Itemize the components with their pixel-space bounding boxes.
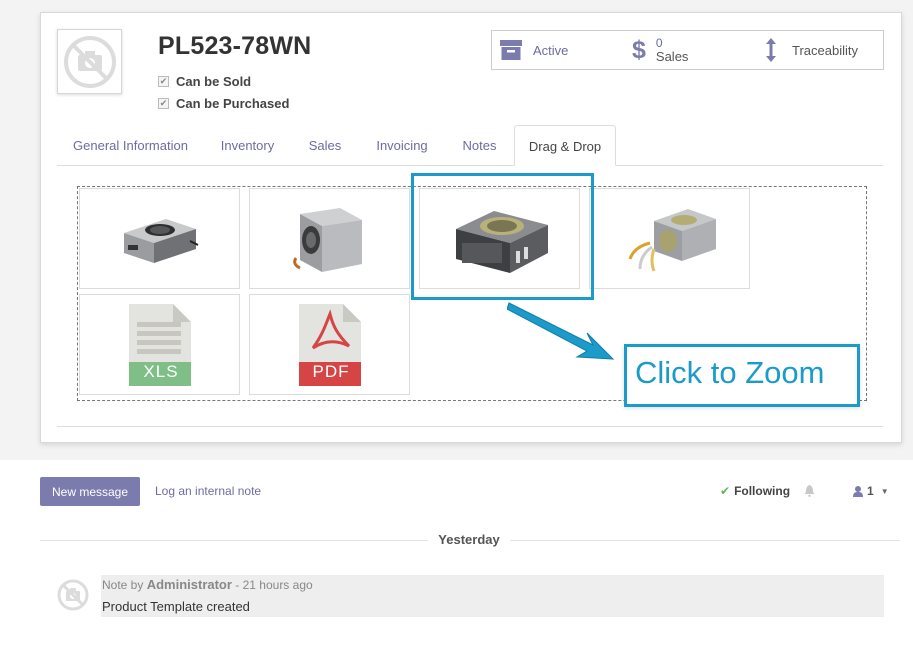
tab-invoicing[interactable]: Invoicing (359, 125, 445, 166)
date-divider-left (40, 540, 428, 541)
message-header: Note by Administrator - 21 hours ago (102, 577, 313, 592)
log-internal-note-link[interactable]: Log an internal note (155, 484, 261, 498)
attachment-thumbnail[interactable]: PDF (249, 294, 410, 395)
message-item: Note by Administrator - 21 hours ago Pro… (101, 575, 884, 617)
product-name[interactable]: PL523-78WN (158, 32, 311, 61)
active-label: Active (533, 42, 569, 58)
following-label: Following (734, 484, 791, 498)
tab-drag-and-drop[interactable]: Drag & Drop (514, 125, 616, 166)
message-time: - 21 hours ago (235, 578, 313, 592)
user-icon (853, 485, 863, 497)
sheet-divider (57, 426, 883, 427)
traceability-label: Traceability (792, 42, 858, 58)
can-be-purchased-row[interactable]: ✔ Can be Purchased (158, 96, 289, 111)
tab-general-information[interactable]: General Information (57, 125, 204, 166)
following-toggle[interactable]: ✔ Following (720, 484, 815, 498)
click-to-zoom-callout: Click to Zoom (624, 344, 860, 407)
tab-notes[interactable]: Notes (445, 125, 514, 166)
attachment-thumbnail[interactable] (249, 188, 410, 289)
can-be-sold-row[interactable]: ✔ Can be Sold (158, 74, 251, 89)
can-be-purchased-checkbox[interactable]: ✔ (158, 98, 169, 109)
attachment-thumbnail[interactable]: XLS (79, 294, 240, 395)
message-prefix: Note by (102, 578, 144, 592)
pdf-file-label: PDF (312, 362, 350, 381)
can-be-sold-checkbox[interactable]: ✔ (158, 76, 169, 87)
callout-arrow-icon (507, 302, 615, 360)
date-divider-right (510, 540, 900, 541)
archive-icon (500, 40, 522, 60)
tab-inventory[interactable]: Inventory (204, 125, 291, 166)
power-supply-image (628, 208, 716, 272)
message-author[interactable]: Administrator (147, 577, 232, 592)
power-supply-image (123, 218, 198, 263)
product-image-placeholder[interactable] (57, 29, 122, 94)
dollar-icon: $ (632, 35, 646, 64)
zoom-highlight-frame (411, 173, 594, 300)
sales-count: 0 (655, 36, 663, 50)
power-supply-image (292, 207, 362, 272)
attachment-thumbnail[interactable] (79, 188, 240, 289)
form-view-background: PL523-78WN ✔ Can be Sold ✔ Can be Purcha… (0, 0, 913, 460)
followers-dropdown[interactable]: 1 ▼ (853, 484, 889, 498)
sales-stat-button[interactable]: $ 0 Sales (622, 30, 754, 70)
active-toggle-button[interactable]: Active (491, 30, 623, 70)
chatter-panel: New message Log an internal note ✔ Follo… (0, 460, 913, 648)
camera-placeholder-icon (63, 35, 116, 88)
traceability-button[interactable]: Traceability (753, 30, 884, 70)
followers-count: 1 (867, 484, 874, 498)
author-avatar[interactable] (56, 578, 90, 612)
notebook-tabs: General Information Inventory Sales Invo… (57, 125, 883, 166)
product-form-sheet: PL523-78WN ✔ Can be Sold ✔ Can be Purcha… (40, 12, 902, 443)
camera-placeholder-icon (57, 579, 89, 611)
new-message-button[interactable]: New message (40, 477, 140, 506)
tab-sales[interactable]: Sales (291, 125, 359, 166)
caret-down-icon: ▼ (880, 486, 889, 496)
up-down-arrow-icon (766, 38, 776, 62)
check-icon: ✔ (720, 484, 731, 498)
attachment-thumbnail[interactable] (589, 188, 750, 289)
bell-icon[interactable] (804, 485, 815, 497)
message-body: Product Template created (102, 599, 250, 614)
xls-file-label: XLS (143, 362, 179, 381)
can-be-purchased-label: Can be Purchased (176, 96, 290, 111)
can-be-sold-label: Can be Sold (176, 74, 252, 89)
sales-label: Sales (655, 49, 689, 64)
date-separator: Yesterday (438, 532, 500, 547)
